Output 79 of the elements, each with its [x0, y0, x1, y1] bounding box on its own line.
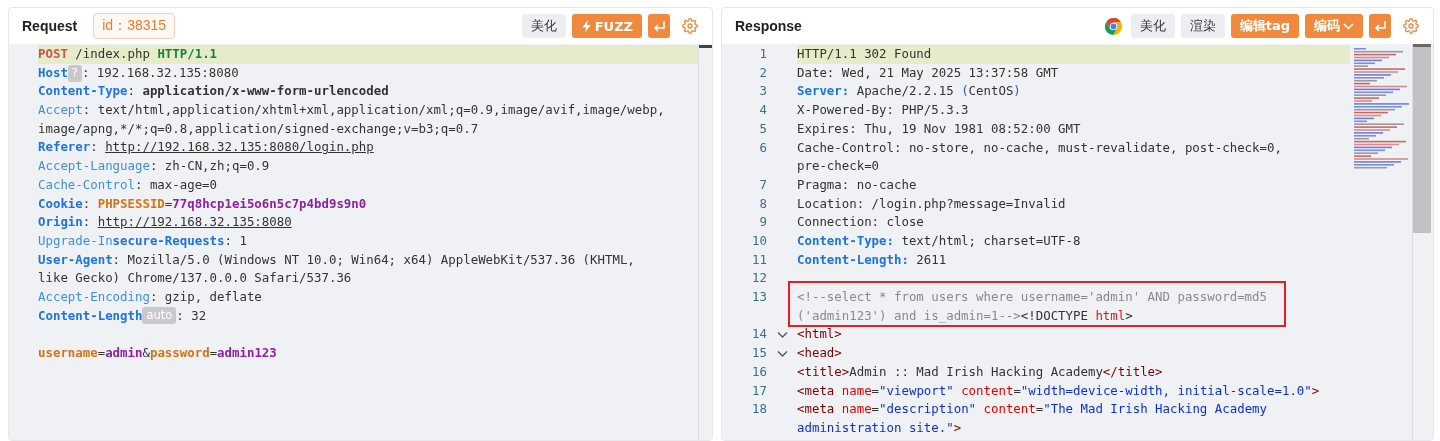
code-text: Host: [38, 63, 68, 82]
code-line: Location: /login.php?message=Invalid: [797, 194, 1067, 213]
code-line: Origin: http://192.168.32.135:8080: [38, 213, 293, 232]
code-line: username=admin&password=admin123: [38, 344, 278, 362]
line-number: 17: [751, 381, 767, 400]
code-line: Upgrade-Insecure-Requests: 1: [38, 231, 248, 250]
code-line: Pragma: no-cache: [797, 175, 918, 194]
code-line: Content-Length: 2611: [797, 250, 948, 269]
line-wrap-button[interactable]: [1369, 14, 1391, 38]
code-line: <meta name="viewport" content="width=device-width, initial-scale=1.0">: [797, 381, 1321, 400]
code-text: : 192.168.32.135:8080: [81, 63, 239, 82]
code-line: Cache-Control: no-store, no-cache, must-revalidate, post-check=0,: [797, 138, 1283, 157]
settings-icon[interactable]: [682, 18, 698, 34]
line-number: 11: [751, 250, 767, 269]
line-number: 1: [758, 45, 767, 63]
enter-icon: [652, 20, 666, 32]
code-line: <!--select * from users where username='admin' AND password=md5: [797, 288, 1268, 307]
enter-icon: [1373, 20, 1387, 32]
scrollbar-track[interactable]: [1412, 44, 1433, 440]
settings-icon[interactable]: [1403, 18, 1419, 34]
code-line: Cookie: PHPSESSID=77q8hcp1ei5o6n5c7p4bd9s9n0: [38, 194, 368, 213]
fuzz-button[interactable]: FUZZ: [571, 14, 642, 38]
code-line: ('admin123') and is_admin=1--><!DOCTYPE html>: [797, 306, 1134, 325]
code-line: <meta name="description" content="The Mad Irish Hacking Academy: [797, 400, 1268, 419]
code-line: Expires: Thu, 19 Nov 1981 08:52:00 GMT: [797, 119, 1082, 138]
code-line: <title>Admin :: Mad Irish Hacking Academy</title>: [797, 362, 1164, 381]
code-line: administration site.">: [797, 419, 963, 437]
browser-icon[interactable]: [1103, 16, 1123, 36]
chevron-down-icon: [1343, 22, 1354, 30]
beautify-button[interactable]: 美化: [1130, 14, 1175, 38]
line-number: 6: [758, 138, 767, 157]
line-number: 5: [758, 119, 767, 138]
line-number: 16: [751, 362, 767, 381]
line-number: 8: [758, 194, 767, 213]
beautify-button[interactable]: 渲染: [1180, 14, 1225, 38]
code-line: Content-Type: text/html; charset=UTF-8: [797, 232, 1082, 250]
code-line: Referer: http://192.168.32.135:8080/login.php: [38, 138, 375, 157]
id-badge: id：38315: [93, 13, 176, 39]
encoding-dropdown[interactable]: 编码: [1305, 14, 1363, 38]
beautify-button[interactable]: 美化: [521, 14, 566, 38]
line-number: 4: [758, 101, 767, 120]
code-line: User-Agent: Mozilla/5.0 (Windows NT 10.0; Win64; x64) AppleWebKit/537.36 (KHTML,: [38, 250, 636, 269]
line-number: 15: [751, 344, 767, 363]
code-line: Content-Type: application/x-www-form-urlencoded: [38, 82, 390, 101]
edit-tag-button[interactable]: 编辑tag: [1230, 14, 1299, 38]
code-line: image/apng,*/*;q=0.8,application/signed-exchange;v=b3;q=0.7: [38, 119, 480, 138]
line-number: 10: [751, 232, 767, 250]
line-number: 7: [758, 175, 767, 194]
line-number: 18: [751, 400, 767, 419]
code-text: : 32: [176, 306, 207, 325]
line-number: 9: [758, 213, 767, 232]
chevron-down-icon[interactable]: [776, 349, 788, 358]
line-wrap-button[interactable]: [648, 14, 670, 38]
line-number: 2: [758, 63, 767, 82]
line-number: 14: [751, 325, 767, 344]
line-number: 3: [758, 82, 767, 101]
code-line: <head>: [797, 344, 843, 363]
scrollbar-thumb[interactable]: [1413, 44, 1431, 233]
panel-title: Response: [735, 18, 802, 34]
code-line: Date: Wed, 21 May 2025 13:37:58 GMT: [797, 63, 1060, 82]
line-number: 12: [751, 269, 767, 288]
code-line: like Gecko) Chrome/137.0.0.0 Safari/537.36: [38, 269, 353, 288]
code-line: Connection: close: [797, 213, 925, 232]
panel-title: Request: [22, 18, 78, 34]
code-line: Cache-Control: max-age=0: [38, 175, 219, 194]
chevron-down-icon[interactable]: [776, 330, 788, 339]
scroll-marker: [699, 45, 712, 48]
code-line: pre-check=0: [797, 157, 881, 176]
code-text: Content-Length: [38, 306, 143, 325]
code-line: Accept-Language: zh-CN,zh;q=0.9: [38, 157, 271, 176]
code-line: X-Powered-By: PHP/5.3.3: [797, 101, 970, 120]
hint-badge[interactable]: ?: [67, 64, 82, 82]
code-line: <html>: [797, 325, 843, 344]
line-number: 13: [751, 288, 767, 307]
code-line: Server: Apache/2.2.15 (CentOS): [797, 82, 1022, 101]
scrollbar-track[interactable]: [698, 44, 712, 440]
code-line: Accept-Encoding: gzip, deflate: [38, 287, 263, 306]
code-line: Accept: text/html,application/xhtml+xml,application/xml;q=0.9,image/avif,image/webp,: [38, 101, 666, 120]
lightning-icon: [580, 19, 592, 33]
